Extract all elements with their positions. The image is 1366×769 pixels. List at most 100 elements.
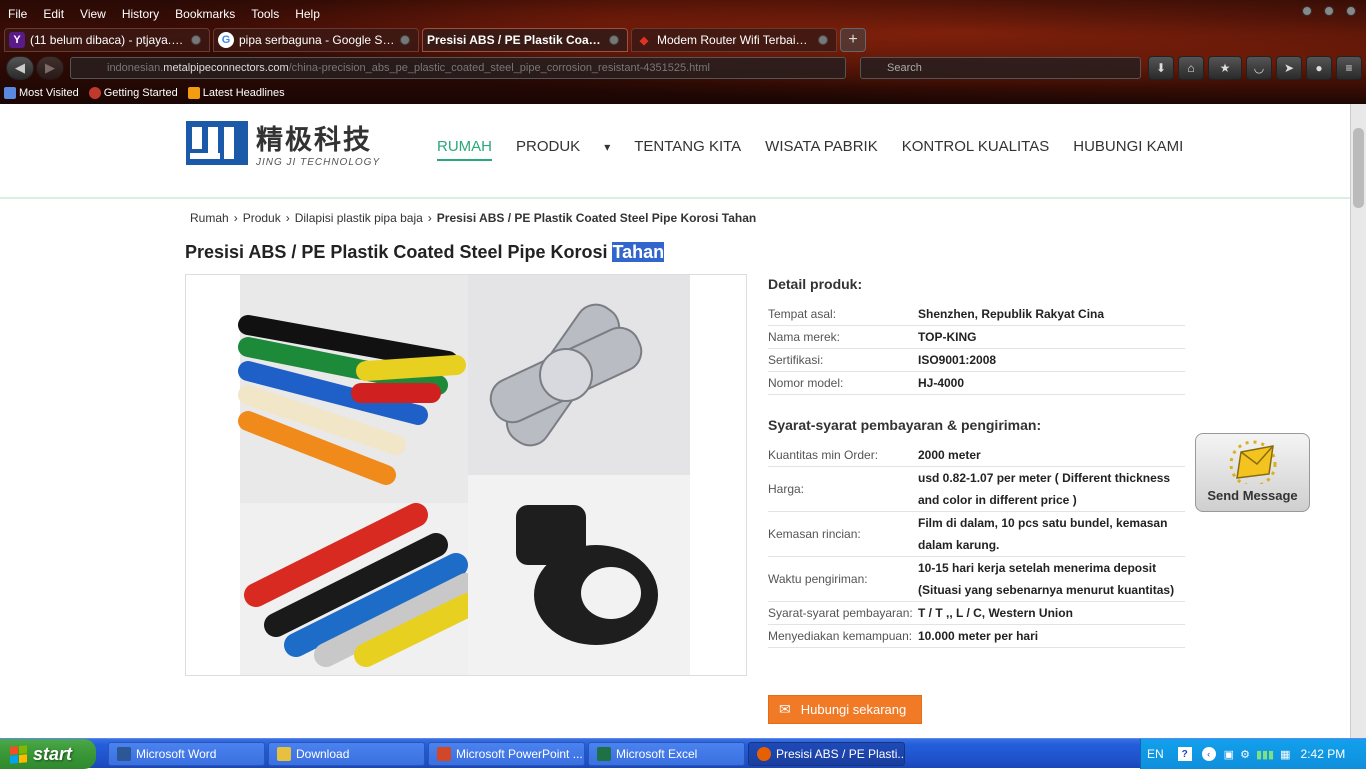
task-microsoft-word[interactable]: Microsoft Word — [108, 742, 265, 766]
task-powerpoint[interactable]: Microsoft PowerPoint ... — [428, 742, 585, 766]
detail-key: Nama merek: — [768, 330, 841, 344]
window-controls — [1302, 6, 1356, 16]
hamburger-menu-icon[interactable]: ≡ — [1336, 56, 1362, 80]
send-message-label: Send Message — [1207, 488, 1298, 503]
home-icon[interactable]: ⌂ — [1178, 56, 1204, 80]
search-input[interactable]: Search — [860, 57, 1141, 79]
start-button[interactable]: start — [0, 739, 96, 769]
tab-close-icon[interactable] — [191, 35, 201, 45]
url-prefix: indonesian. — [107, 62, 164, 74]
detail-value: HJ-4000 — [918, 376, 965, 390]
chevron-down-icon[interactable]: ▾ — [604, 138, 610, 161]
chat-icon[interactable]: ● — [1306, 56, 1332, 80]
tab-product-page[interactable]: Presisi ABS / PE Plastik Coate... — [422, 28, 628, 52]
menu-tools[interactable]: Tools — [243, 4, 287, 24]
terms-row: Kemasan rincian: Film di dalam, 10 pcs sa… — [768, 512, 1185, 557]
forward-arrow-icon[interactable]: ▶ — [36, 56, 64, 80]
title-text: Presisi ABS / PE Plastik Coated Steel Pi… — [185, 242, 613, 262]
help-icon[interactable]: ? — [1177, 747, 1192, 761]
signal-strength-icon[interactable]: ▮▮▮ — [1256, 748, 1274, 761]
minimize-button[interactable] — [1302, 6, 1312, 16]
tab-yahoo-mail[interactable]: Y (11 belum dibaca) - ptjaya.pra... — [4, 28, 210, 52]
nav-contact[interactable]: HUBUNGI KAMI — [1073, 138, 1183, 161]
bookmark-latest-headlines[interactable]: Latest Headlines — [187, 87, 285, 99]
nav-quality-control[interactable]: KONTROL KUALITAS — [902, 138, 1050, 161]
tab-close-icon[interactable] — [609, 35, 619, 45]
menu-view[interactable]: View — [72, 4, 114, 24]
network-icon[interactable]: ▣ — [1224, 748, 1234, 761]
nav-home[interactable]: RUMAH — [437, 138, 492, 161]
downloads-icon[interactable]: ⬇ — [1148, 56, 1174, 80]
new-tab-plus-icon[interactable]: + — [840, 28, 866, 52]
nav-factory-tour[interactable]: WISATA PABRIK — [765, 138, 878, 161]
terms-key: Kuantitas min Order: — [768, 448, 879, 462]
menu-file[interactable]: File — [0, 4, 35, 24]
breadcrumb-home[interactable]: Rumah — [190, 211, 229, 225]
tab-close-icon[interactable] — [818, 35, 828, 45]
pocket-icon[interactable]: ◡ — [1246, 56, 1272, 80]
product-image[interactable] — [185, 274, 747, 676]
detail-key: Nomor model: — [768, 376, 844, 390]
contact-label: Hubungi sekarang — [800, 702, 907, 717]
volume-icon[interactable]: ▦ — [1280, 748, 1290, 761]
detail-value: TOP-KING — [918, 330, 977, 344]
detail-row: Nomor model: HJ-4000 — [768, 372, 1185, 395]
url-path: /china-precision_abs_pe_plastic_coated_s… — [288, 62, 710, 74]
web-page: 精极科技 JING JI TECHNOLOGY RUMAH PRODUK ▾ T… — [0, 104, 1350, 738]
terms-value: 10.000 meter per hari — [918, 629, 1039, 643]
maximize-button[interactable] — [1324, 6, 1334, 16]
bookmark-label: Getting Started — [103, 87, 178, 99]
task-label: Presisi ABS / PE Plasti... — [776, 747, 905, 761]
detail-value: Shenzhen, Republik Rakyat Cina — [918, 307, 1105, 321]
task-firefox[interactable]: Presisi ABS / PE Plasti... — [748, 742, 905, 766]
menu-bookmarks[interactable]: Bookmarks — [167, 4, 243, 24]
logo-chinese-text: 精极科技 — [256, 125, 372, 156]
nav-products[interactable]: PRODUK — [516, 138, 580, 161]
detail-key: Sertifikasi: — [768, 353, 824, 367]
main-navigation: RUMAH PRODUK ▾ TENTANG KITA WISATA PABRI… — [437, 138, 1183, 161]
chevron-right-icon: › — [233, 211, 238, 225]
terms-value: 2000 meter — [918, 448, 981, 462]
task-download-folder[interactable]: Download — [268, 742, 425, 766]
tab-modem-router[interactable]: ◆ Modem Router Wifi Terbaik di ... — [631, 28, 837, 52]
terms-key: Kemasan rincian: — [768, 527, 861, 541]
bluetooth-icon[interactable]: ⚙ — [1240, 748, 1250, 761]
close-window-button[interactable] — [1346, 6, 1356, 16]
logo-english-text: JING JI TECHNOLOGY — [256, 157, 381, 168]
menu-history[interactable]: History — [114, 4, 167, 24]
language-indicator[interactable]: EN — [1147, 747, 1164, 761]
task-label: Microsoft Word — [136, 747, 217, 761]
terms-row: Kuantitas min Order: 2000 meter — [768, 444, 1185, 467]
site-logo[interactable]: 精极科技 JING JI TECHNOLOGY — [186, 118, 380, 168]
contact-now-button[interactable]: ✉ Hubungi sekarang — [768, 695, 922, 724]
share-icon[interactable]: ➤ — [1276, 56, 1302, 80]
search-placeholder: Search — [887, 62, 922, 74]
menu-edit[interactable]: Edit — [35, 4, 72, 24]
browser-chrome: File Edit View History Bookmarks Tools H… — [0, 0, 1366, 104]
breadcrumb-category[interactable]: Dilapisi plastik pipa baja — [295, 211, 423, 225]
clock[interactable]: 2:42 PM — [1301, 747, 1346, 761]
word-icon — [117, 747, 131, 761]
breadcrumb-products[interactable]: Produk — [243, 211, 281, 225]
bookmark-getting-started[interactable]: Getting Started — [88, 87, 178, 99]
scrollbar-thumb[interactable] — [1353, 128, 1364, 208]
detail-row: Sertifikasi: ISO9001:2008 — [768, 349, 1185, 372]
tab-close-icon[interactable] — [400, 35, 410, 45]
system-tray: EN ? ‹ ▣ ⚙ ▮▮▮ ▦ 2:42 PM — [1140, 739, 1366, 769]
expand-tray-chevron-icon[interactable]: ‹ — [1201, 747, 1216, 761]
task-excel[interactable]: Microsoft Excel — [588, 742, 745, 766]
bookmark-most-visited[interactable]: Most Visited — [4, 87, 79, 99]
page-scrollbar[interactable] — [1350, 104, 1366, 738]
site-header: 精极科技 JING JI TECHNOLOGY RUMAH PRODUK ▾ T… — [0, 104, 1350, 199]
page-title: Presisi ABS / PE Plastik Coated Steel Pi… — [185, 242, 665, 263]
menu-help[interactable]: Help — [287, 4, 328, 24]
logo-text: 精极科技 JING JI TECHNOLOGY — [256, 118, 380, 168]
bookmark-star-icon[interactable]: ★ — [1208, 56, 1242, 80]
nav-about[interactable]: TENTANG KITA — [634, 138, 741, 161]
folder-icon — [4, 87, 16, 99]
back-arrow-icon[interactable]: ◀ — [6, 56, 34, 80]
url-bar[interactable]: indonesian. metalpipeconnectors.com/china… — [70, 57, 846, 79]
send-message-button[interactable]: Send Message — [1195, 433, 1310, 512]
start-label: start — [33, 743, 73, 764]
tab-google-search[interactable]: G pipa serbaguna - Google Search — [213, 28, 419, 52]
